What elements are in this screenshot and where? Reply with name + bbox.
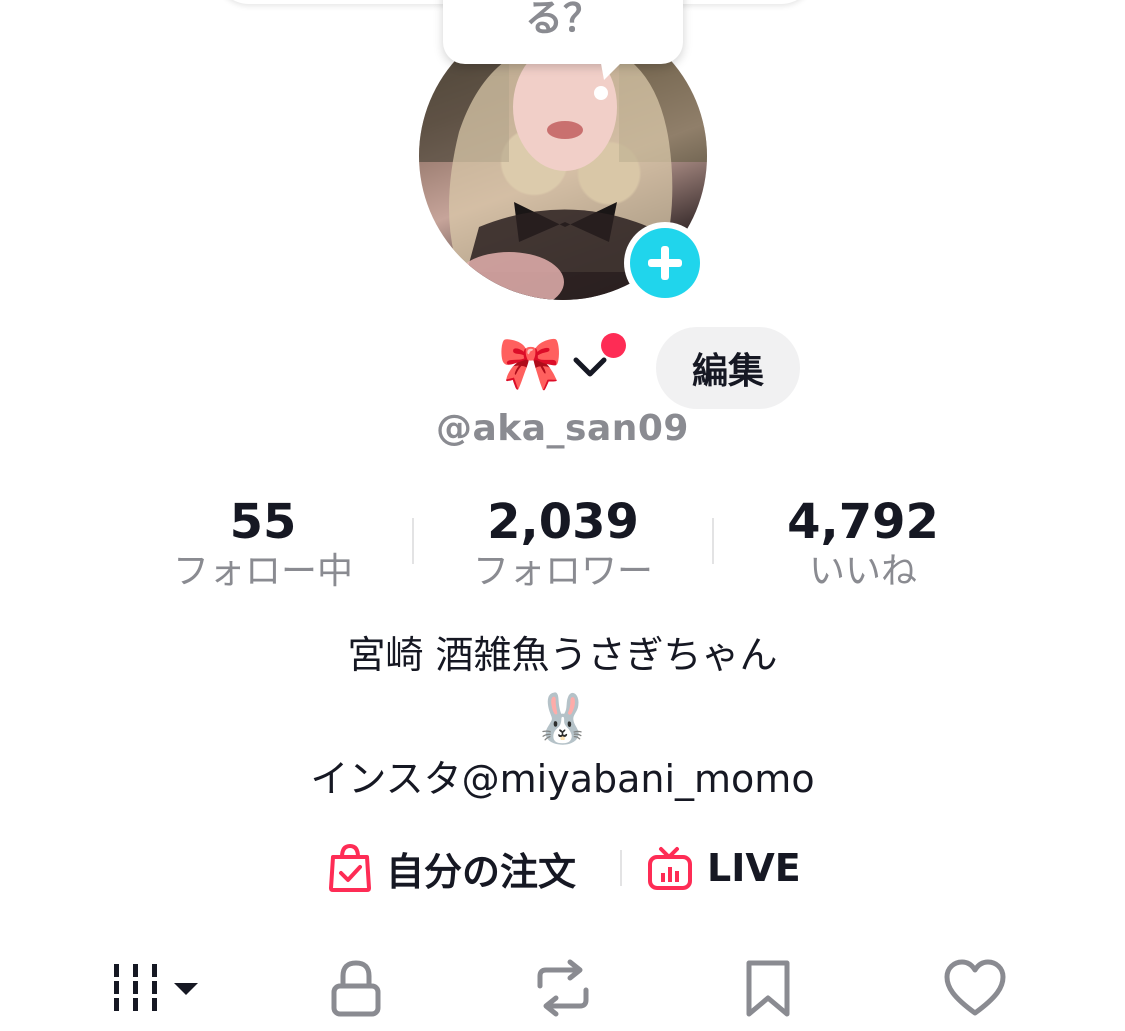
my-orders-label: 自分の注文 (386, 849, 577, 894)
tv-live-icon (648, 847, 692, 890)
speech-bubble-text: る？ (524, 0, 601, 40)
chevron-down-icon[interactable] (572, 352, 608, 382)
plus-icon (648, 246, 682, 280)
grid-videos-icon (114, 964, 198, 1011)
stat-likes-value: 4,792 (787, 494, 939, 550)
profile-links: 自分の注文 LIVE (0, 838, 1125, 898)
repost-icon (537, 959, 589, 1017)
stat-following[interactable]: 55 フォロー中 (133, 490, 393, 594)
speech-bubble[interactable]: る？ (443, 0, 683, 64)
tab-liked[interactable] (938, 958, 1012, 1018)
heart-icon (944, 959, 1006, 1016)
notification-dot (601, 333, 626, 358)
tab-private[interactable] (320, 958, 392, 1018)
stat-following-label: フォロー中 (172, 551, 353, 592)
username: @aka_san09 (436, 408, 689, 449)
bio-line-name: 宮崎 酒雑魚うさぎちゃん (347, 633, 778, 677)
stat-followers[interactable]: 2,039 フォロワー (433, 490, 693, 594)
bio-line-instagram: インスタ@miyabani_momo (310, 757, 815, 801)
links-divider (620, 850, 622, 886)
bookmark-icon (746, 960, 790, 1017)
speech-bubble-dot (594, 86, 608, 100)
tab-reposts[interactable] (525, 958, 601, 1018)
stat-divider (412, 518, 414, 564)
stat-followers-value: 2,039 (487, 494, 639, 550)
display-name-emoji: 🎀 (498, 334, 563, 394)
shopping-bag-check-icon (329, 843, 371, 892)
edit-profile-button[interactable]: 編集 (656, 327, 800, 409)
live-label: LIVE (707, 846, 801, 890)
stat-likes-label: いいね (808, 551, 917, 592)
stat-divider (712, 518, 714, 564)
tab-videos[interactable] (106, 958, 206, 1018)
live-link[interactable]: LIVE (647, 838, 801, 898)
stat-followers-label: フォロワー (472, 551, 653, 592)
display-name-row[interactable]: 🎀 (498, 330, 563, 410)
caret-down-icon (174, 983, 198, 995)
speech-bubble-tail (600, 58, 626, 80)
stat-likes[interactable]: 4,792 いいね (733, 490, 993, 594)
lock-icon (331, 960, 381, 1017)
profile-stats: 55 フォロー中 2,039 フォロワー 4,792 いいね (0, 490, 1125, 600)
add-avatar-button[interactable] (624, 222, 706, 304)
stat-following-value: 55 (229, 494, 297, 550)
tab-saved[interactable] (735, 958, 801, 1018)
bio-emoji-rabbit: 🐰 (532, 691, 593, 747)
my-orders-link[interactable]: 自分の注文 (328, 838, 576, 898)
profile-tabs (0, 950, 1125, 1031)
